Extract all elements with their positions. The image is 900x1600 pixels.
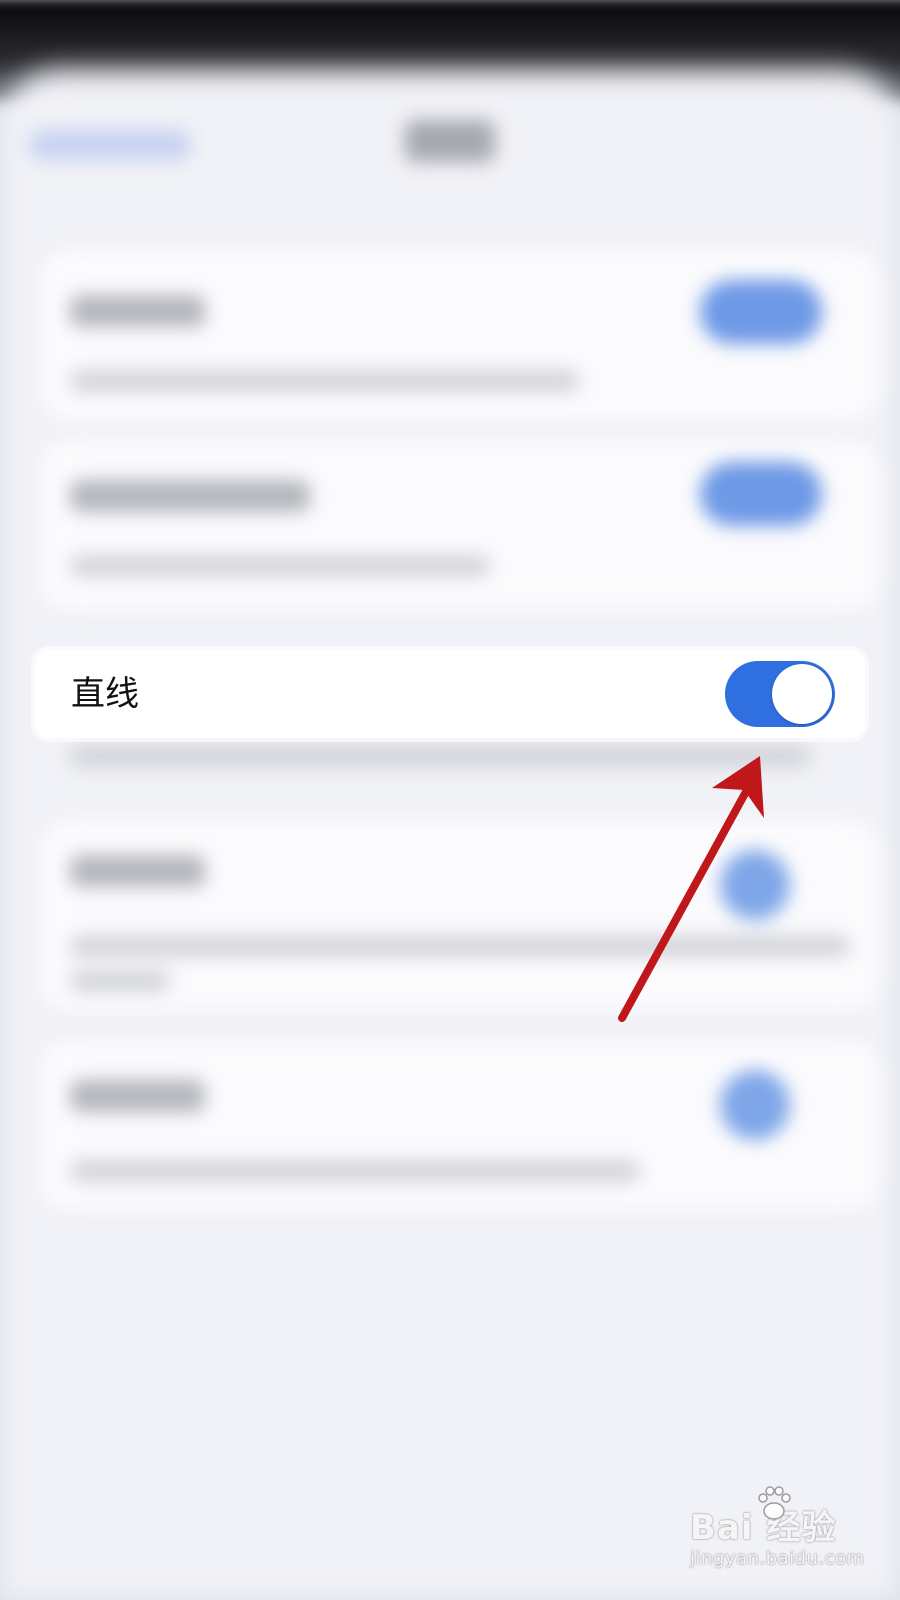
blurred-nav-title [405, 120, 495, 162]
blurred-toggle [720, 1070, 790, 1140]
blurred-setting-description [70, 370, 580, 392]
baidu-jingyan-watermark: Bai 经验 jingyan.baidu.com [690, 1486, 880, 1580]
blurred-setting-label [70, 1080, 205, 1112]
screen: 直线 Bai 经验 jingyan.baidu.com [0, 0, 900, 1600]
blurred-setting-label [70, 295, 205, 327]
line-toggle-switch[interactable] [725, 661, 835, 727]
setting-row-line: 直线 [35, 650, 865, 738]
setting-label: 直线 [71, 674, 139, 714]
blurred-toggle [700, 462, 822, 526]
blurred-setting-label [70, 480, 310, 512]
blurred-setting-label [70, 855, 205, 887]
blurred-setting-description [70, 555, 490, 577]
blurred-toggle [700, 280, 822, 344]
blurred-setting-description [70, 1160, 640, 1182]
blurred-settings-content [0, 0, 900, 1600]
toggle-knob [772, 664, 832, 724]
blurred-back-button [30, 130, 190, 160]
watermark-url: jingyan.baidu.com [690, 1548, 865, 1569]
blurred-setting-description [70, 745, 810, 767]
blurred-setting-description [70, 935, 850, 957]
paw-icon [758, 1486, 791, 1520]
blurred-setting-description [70, 970, 170, 992]
blurred-toggle [720, 850, 790, 920]
